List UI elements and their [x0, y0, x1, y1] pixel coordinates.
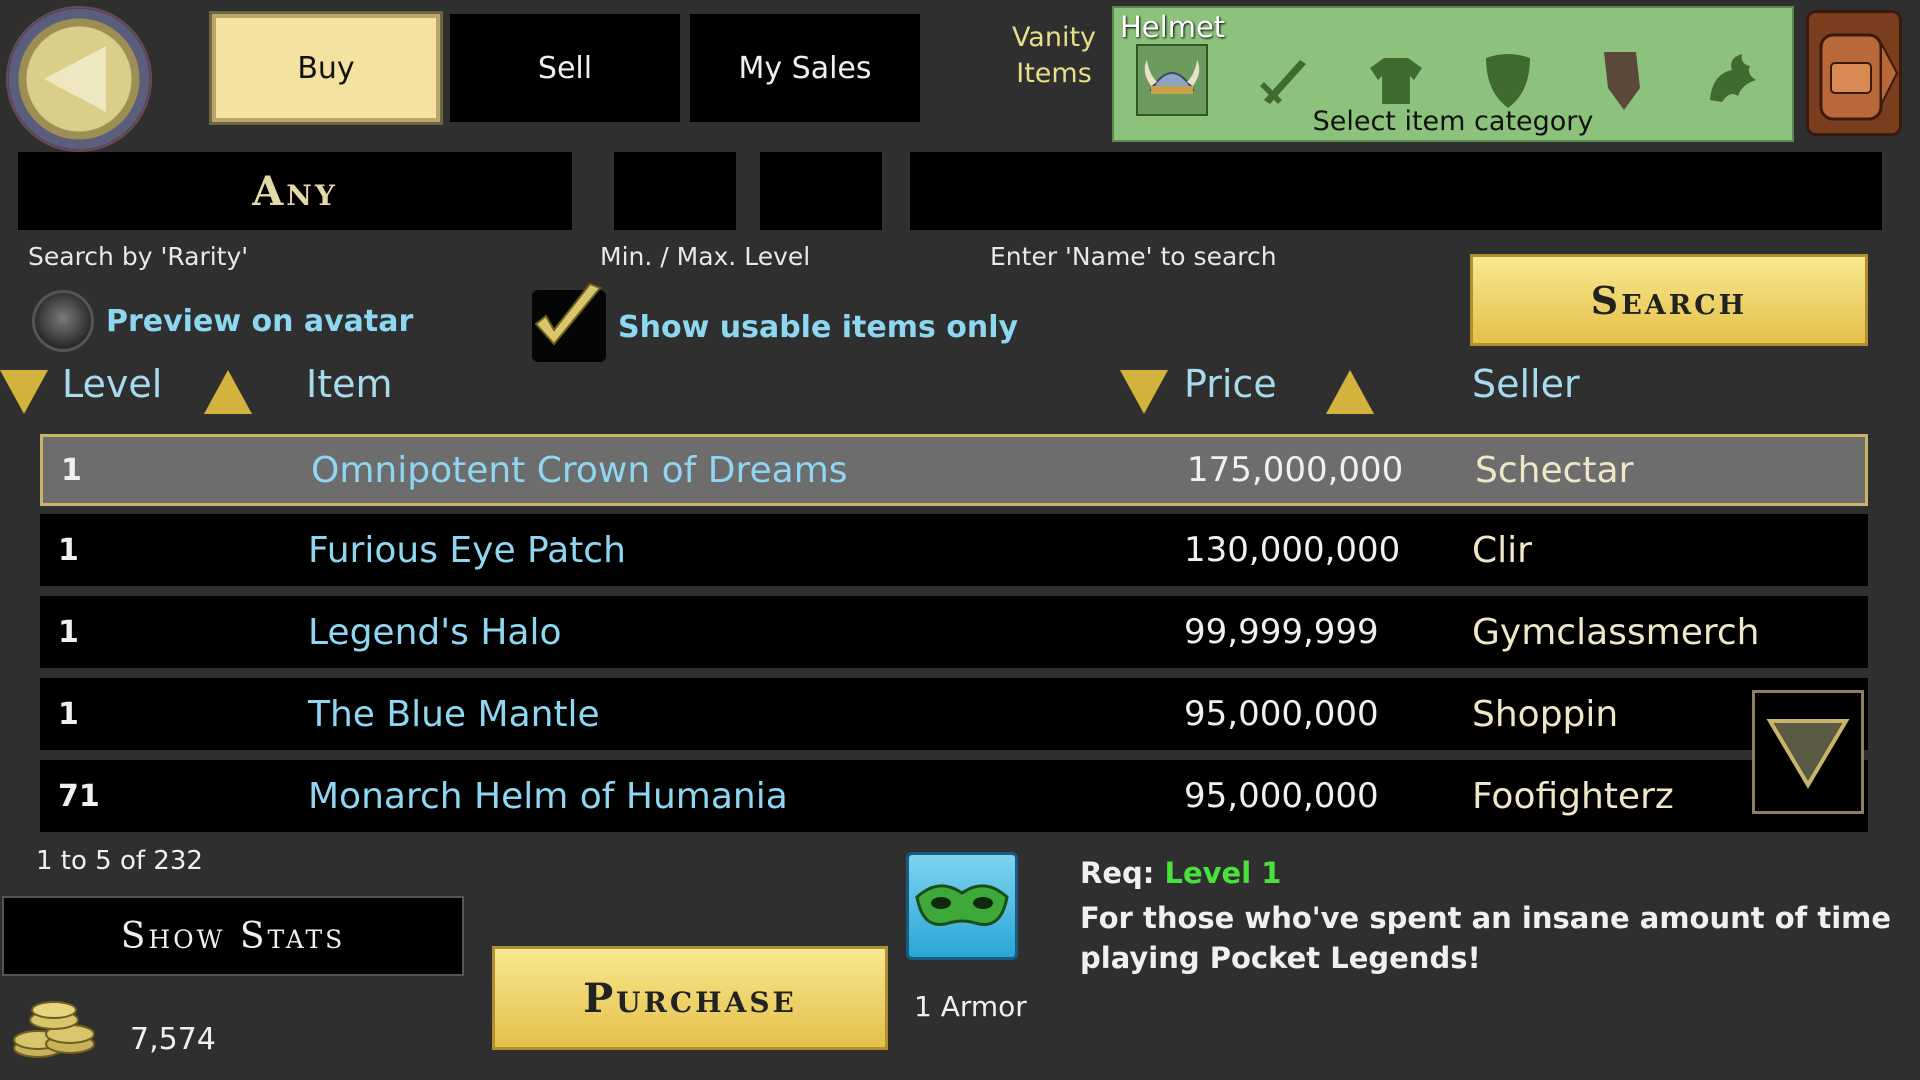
row-seller: Foofighterz: [1472, 775, 1674, 817]
pagination-text: 1 to 5 of 232: [36, 846, 203, 876]
checkmark-icon: [534, 282, 602, 346]
shield-icon: [1486, 54, 1530, 108]
price-sort-asc-icon[interactable]: [1326, 370, 1374, 414]
tab-my-sales[interactable]: My Sales: [690, 14, 920, 122]
preview-radio[interactable]: [32, 290, 94, 352]
tab-sell[interactable]: Sell: [450, 14, 680, 122]
vanity-items-label: Vanity Items: [1011, 22, 1097, 89]
category-title: Helmet: [1120, 10, 1226, 44]
price-sort-desc-icon[interactable]: [1120, 370, 1168, 414]
header-price: Price: [1184, 362, 1277, 406]
armor-shirt-icon: [1370, 58, 1422, 104]
row-level: 1: [58, 696, 79, 732]
table-row[interactable]: 1 The Blue Mantle 95,000,000 Shoppin: [40, 678, 1868, 750]
backpack-icon: [1819, 33, 1899, 121]
row-item-name: The Blue Mantle: [308, 693, 600, 735]
level-hint: Min. / Max. Level: [600, 242, 811, 271]
preview-label: Preview on avatar: [106, 304, 414, 339]
row-item-name: Legend's Halo: [308, 611, 562, 653]
level-sort-asc-icon[interactable]: [204, 370, 252, 414]
tab-buy[interactable]: Buy: [212, 14, 440, 122]
item-armor-stat: 1 Armor: [914, 990, 1027, 1023]
scroll-down-button[interactable]: [1752, 690, 1864, 814]
item-requirement: Req: Level 1: [1080, 856, 1281, 890]
name-hint: Enter 'Name' to search: [990, 242, 1277, 271]
row-level: 1: [58, 532, 79, 568]
row-item-name: Furious Eye Patch: [308, 529, 626, 571]
item-preview-image: [906, 852, 1018, 960]
chevron-down-icon: [1766, 719, 1850, 789]
row-item-name: Monarch Helm of Humania: [308, 775, 788, 817]
min-level-input[interactable]: [614, 152, 736, 230]
back-arrow-icon: [44, 46, 106, 112]
row-price: 99,999,999: [1184, 612, 1379, 652]
table-row[interactable]: 1 Furious Eye Patch 130,000,000 Clir: [40, 514, 1868, 586]
category-caption: Select item category: [1312, 106, 1594, 137]
rarity-hint: Search by 'Rarity': [28, 242, 249, 271]
item-description: For those who've spent an insane amount …: [1080, 901, 1892, 975]
usable-only-label: Show usable items only: [618, 310, 1019, 345]
row-seller: Schectar: [1475, 449, 1634, 491]
usable-only-checkbox[interactable]: [532, 282, 606, 362]
row-seller: Clir: [1472, 529, 1532, 571]
row-price: 95,000,000: [1184, 776, 1379, 816]
table-row[interactable]: 71 Monarch Helm of Humania 95,000,000 Fo…: [40, 760, 1868, 832]
row-price: 175,000,000: [1187, 450, 1404, 490]
row-level: 1: [61, 452, 82, 488]
back-button[interactable]: [6, 6, 152, 152]
row-seller: Gymclassmerch: [1472, 611, 1760, 653]
gold-coins-icon: [8, 990, 104, 1062]
header-level: Level: [62, 362, 163, 406]
row-level: 1: [58, 614, 79, 650]
row-price: 130,000,000: [1184, 530, 1401, 570]
gold-amount: 7,574: [130, 1022, 216, 1057]
pet-icon: [1710, 54, 1756, 102]
rarity-select[interactable]: Any: [18, 152, 572, 230]
viking-helmet-icon: [1144, 60, 1200, 94]
header-item: Item: [306, 362, 393, 406]
req-prefix: Req:: [1080, 856, 1155, 890]
show-stats-button[interactable]: Show Stats: [2, 896, 464, 976]
cape-icon: [1604, 52, 1640, 110]
row-level: 71: [58, 778, 100, 814]
inventory-bag-button[interactable]: [1806, 10, 1902, 136]
mask-icon: [915, 884, 1009, 926]
max-level-input[interactable]: [760, 152, 882, 230]
row-price: 95,000,000: [1184, 694, 1379, 734]
purchase-button[interactable]: Purchase: [492, 946, 888, 1050]
table-row[interactable]: 1 Legend's Halo 99,999,999 Gymclassmerch: [40, 596, 1868, 668]
level-sort-desc-icon[interactable]: [0, 370, 48, 414]
req-level: Level 1: [1164, 856, 1282, 890]
row-item-name: Omnipotent Crown of Dreams: [311, 449, 848, 491]
name-search-input[interactable]: [910, 152, 1882, 230]
category-panel: Helmet Select item category: [1112, 6, 1794, 142]
header-seller: Seller: [1472, 362, 1580, 406]
sword-icon: [1260, 60, 1306, 104]
row-seller: Shoppin: [1472, 693, 1619, 735]
search-button[interactable]: Search: [1470, 254, 1868, 346]
table-row[interactable]: 1 Omnipotent Crown of Dreams 175,000,000…: [40, 434, 1868, 506]
